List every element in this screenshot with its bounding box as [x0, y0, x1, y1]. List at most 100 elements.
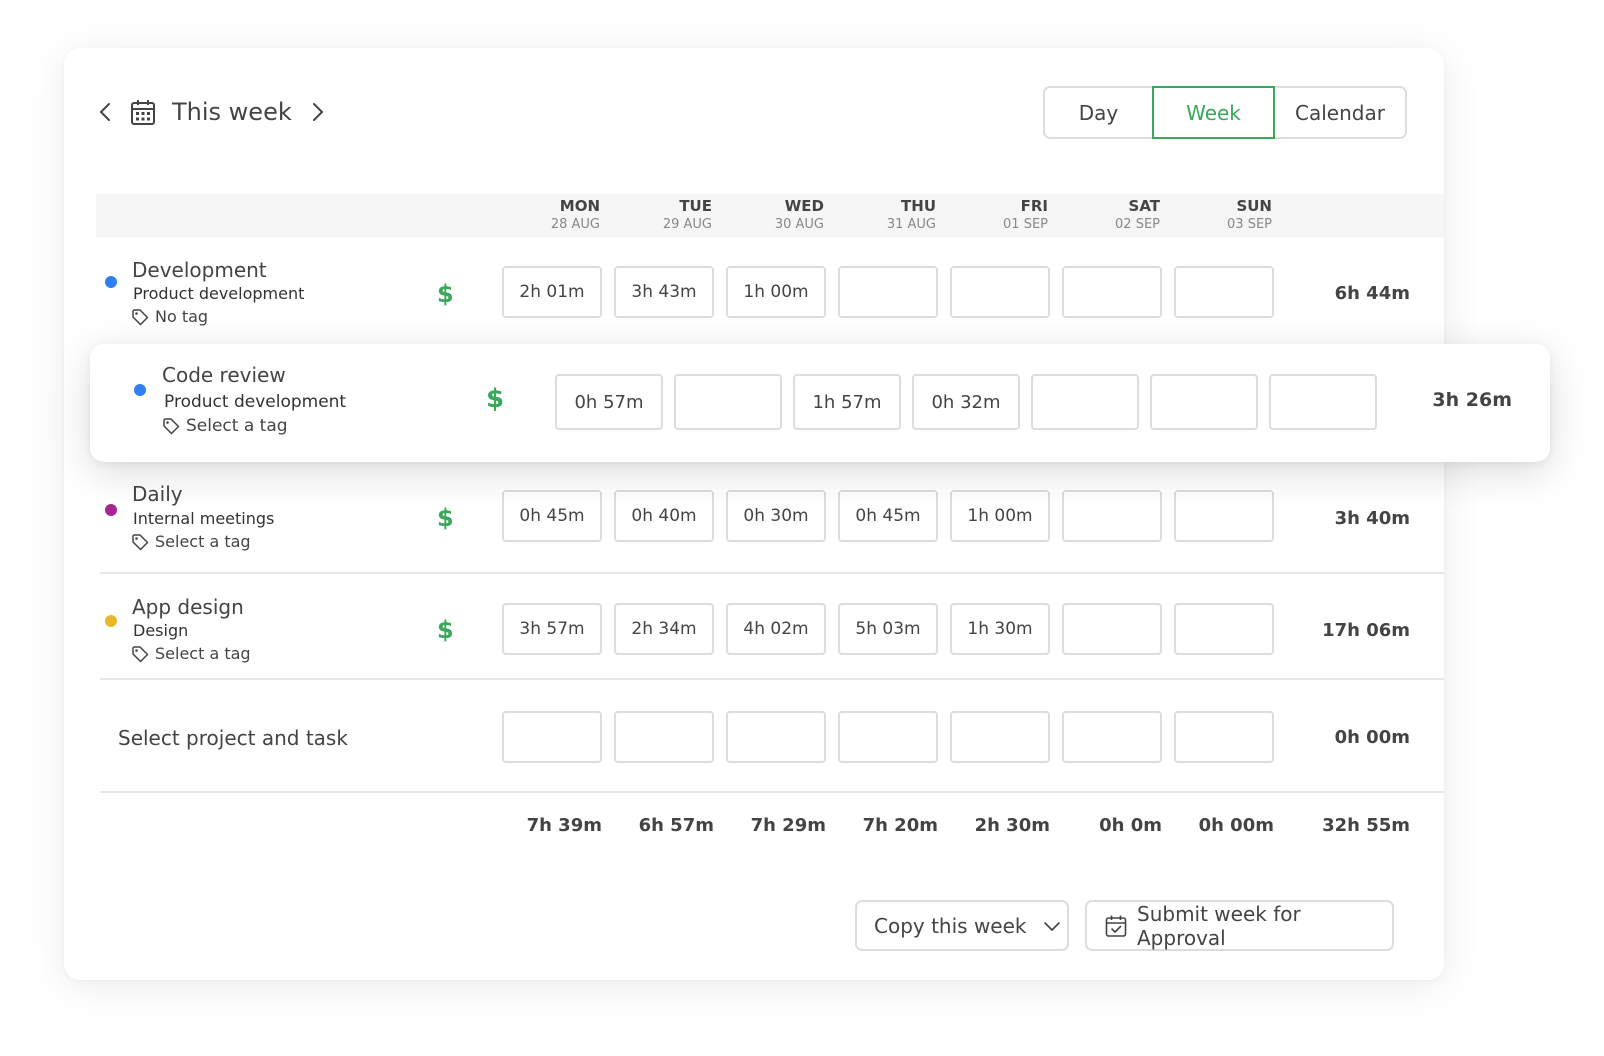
day-date: 31 AUG: [886, 217, 936, 232]
tag-label: Select a tag: [155, 644, 251, 663]
time-cell[interactable]: [1062, 490, 1162, 542]
day-header: THU 31 AUG: [846, 196, 936, 234]
next-week-button[interactable]: [306, 96, 330, 128]
time-cell[interactable]: 0h 32m: [912, 374, 1020, 430]
time-cell[interactable]: 0h 57m: [555, 374, 663, 430]
time-cell[interactable]: [838, 711, 938, 763]
row-divider: [100, 678, 1444, 680]
task-title[interactable]: Daily: [132, 481, 183, 507]
time-cell[interactable]: [1062, 711, 1162, 763]
row-total: 0h 00m: [1334, 727, 1410, 748]
view-day-button[interactable]: Day: [1045, 88, 1152, 137]
time-cell[interactable]: 1h 57m: [793, 374, 901, 430]
chevron-down-icon: [1043, 921, 1060, 931]
tag-icon: [163, 418, 180, 435]
chevron-right-icon: [313, 103, 323, 121]
time-cell[interactable]: 0h 45m: [838, 490, 938, 542]
day-date: 02 SEP: [1115, 217, 1160, 232]
time-cell[interactable]: [1150, 374, 1258, 430]
week-total: 32h 55m: [1322, 815, 1410, 836]
time-cell[interactable]: 3h 43m: [614, 266, 714, 318]
billable-dollar-icon[interactable]: $: [486, 384, 504, 414]
time-cell[interactable]: [726, 711, 826, 763]
project-name: Product development: [164, 392, 347, 412]
time-cell[interactable]: [1174, 711, 1274, 763]
time-cell[interactable]: [950, 266, 1050, 318]
time-cell[interactable]: [1269, 374, 1377, 430]
time-cell[interactable]: [1174, 266, 1274, 318]
task-title[interactable]: Development: [132, 257, 267, 283]
time-cell[interactable]: 0h 40m: [614, 490, 714, 542]
time-cell[interactable]: [950, 711, 1050, 763]
submit-week-button[interactable]: Submit week for Approval: [1085, 900, 1394, 951]
copy-week-label: Copy this week: [874, 913, 1027, 938]
time-cell[interactable]: 0h 45m: [502, 490, 602, 542]
day-date: 30 AUG: [774, 217, 824, 232]
day-name: TUE: [679, 197, 712, 215]
submit-week-label: Submit week for Approval: [1137, 901, 1301, 950]
day-name: MON: [559, 197, 600, 215]
task-title[interactable]: Code review: [162, 362, 286, 388]
day-date: 03 SEP: [1227, 217, 1272, 232]
day-total: 7h 39m: [526, 815, 602, 836]
time-cell[interactable]: 1h 00m: [950, 490, 1050, 542]
time-cell[interactable]: 1h 00m: [726, 266, 826, 318]
copy-week-dropdown[interactable]: Copy this week: [855, 900, 1069, 951]
tag-selector[interactable]: Select a tag: [131, 532, 251, 552]
tag-label: No tag: [155, 307, 209, 326]
billable-dollar-icon[interactable]: $: [437, 503, 454, 533]
time-cell[interactable]: [1031, 374, 1139, 430]
previous-week-button[interactable]: [93, 96, 117, 128]
day-header: WED 30 AUG: [734, 196, 824, 234]
task-title[interactable]: App design: [132, 594, 244, 620]
time-cell[interactable]: 1h 30m: [950, 603, 1050, 655]
tag-label: Select a tag: [155, 532, 251, 551]
row-total: 6h 44m: [1334, 283, 1410, 304]
day-name: SAT: [1128, 197, 1160, 215]
time-cell[interactable]: 4h 02m: [726, 603, 826, 655]
view-calendar-button[interactable]: Calendar: [1275, 88, 1405, 137]
time-cell[interactable]: 2h 34m: [614, 603, 714, 655]
day-header: SUN 03 SEP: [1182, 196, 1272, 234]
calendar-icon: [131, 100, 155, 125]
view-week-button[interactable]: Week: [1152, 86, 1275, 139]
time-cell[interactable]: [1062, 266, 1162, 318]
select-project-task-button[interactable]: Select project and task: [118, 725, 348, 751]
tag-icon: [132, 646, 149, 663]
row-divider: [100, 572, 1444, 574]
time-cell[interactable]: 0h 30m: [726, 490, 826, 542]
billable-dollar-icon[interactable]: $: [437, 279, 454, 309]
day-header: SAT 02 SEP: [1070, 196, 1160, 234]
day-name: SUN: [1236, 197, 1272, 215]
day-name: THU: [901, 197, 936, 215]
tag-selector[interactable]: No tag: [131, 307, 208, 327]
billable-dollar-icon[interactable]: $: [437, 615, 454, 645]
calendar-check-icon: [1105, 915, 1127, 937]
project-color-dot: [105, 504, 117, 516]
day-header: MON 28 AUG: [510, 196, 600, 234]
time-cell[interactable]: 2h 01m: [502, 266, 602, 318]
time-cell[interactable]: [1174, 603, 1274, 655]
day-date: 28 AUG: [550, 217, 600, 232]
tag-icon: [132, 534, 149, 551]
time-cell[interactable]: [1174, 490, 1274, 542]
time-cell[interactable]: [502, 711, 602, 763]
day-total: 2h 30m: [974, 815, 1050, 836]
tag-icon: [132, 309, 149, 326]
tag-selector[interactable]: Select a tag: [131, 644, 251, 664]
time-cell[interactable]: 5h 03m: [838, 603, 938, 655]
time-cell[interactable]: [1062, 603, 1162, 655]
time-cell[interactable]: 3h 57m: [502, 603, 602, 655]
day-date: 01 SEP: [1003, 217, 1048, 232]
day-total: 7h 29m: [750, 815, 826, 836]
row-total: 3h 40m: [1334, 508, 1410, 529]
tag-selector[interactable]: Select a tag: [162, 416, 288, 436]
project-name: Product development: [133, 284, 305, 303]
row-divider: [100, 791, 1444, 793]
time-cell[interactable]: [614, 711, 714, 763]
time-cell[interactable]: [674, 374, 782, 430]
day-total: 0h 0m: [1099, 815, 1162, 836]
time-cell[interactable]: [838, 266, 938, 318]
day-header: TUE 29 AUG: [622, 196, 712, 234]
tag-label: Select a tag: [186, 416, 288, 436]
